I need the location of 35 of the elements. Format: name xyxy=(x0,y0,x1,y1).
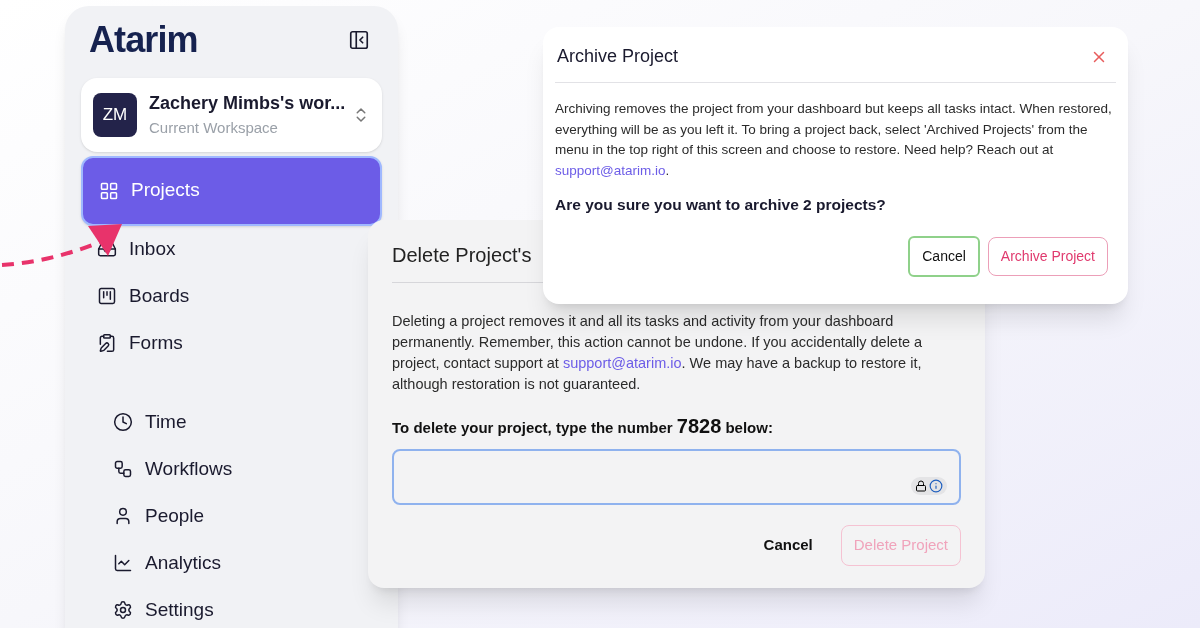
nav-item[interactable]: Boards xyxy=(81,272,382,320)
info-icon xyxy=(929,479,943,493)
collapse-sidebar-icon[interactable] xyxy=(348,29,370,51)
email-link[interactable]: support@atarim.io xyxy=(555,162,666,178)
lock-icon xyxy=(915,480,927,492)
confirmation-input[interactable] xyxy=(392,449,961,505)
settings-icon xyxy=(113,600,133,620)
password-manager-badge[interactable] xyxy=(911,477,947,495)
nav-item[interactable]: Time xyxy=(97,398,382,446)
nav-item[interactable]: Settings xyxy=(97,586,382,628)
grid-icon xyxy=(99,180,119,201)
confirmation-prompt: To delete your project, type the number 7828 below: xyxy=(392,414,774,439)
archive-project-button[interactable]: Archive Project xyxy=(987,237,1108,277)
description-text: Archiving removes the project from your dashboard but keeps all tasks intact. When restored, everything will be as you left it. To bring a project back, select 'Archived Projects' from the menu in the top right of this screen and choose to restore. Need help? Reach out at support@atarim.io. xyxy=(555,100,1113,180)
email-link[interactable]: support@atarim.io xyxy=(562,355,682,371)
dialog-title: Archive Project xyxy=(556,45,679,68)
workflow-icon xyxy=(113,459,133,479)
cancel-button[interactable]: Cancel xyxy=(763,534,813,557)
nav-item[interactable]: People xyxy=(97,492,382,540)
logo: Atarim xyxy=(89,22,198,58)
nav-item[interactable]: Analytics xyxy=(97,539,382,587)
description-text: Deleting a project removes it and all its tasks and activity from your dashboard permanently. Remember, this action cannot be undone. If you accidentally delete a project, contact support at support@atarim.io. We may have a backup to restore it, although restoration is not guaranteed. xyxy=(392,312,924,394)
board-icon xyxy=(97,286,117,306)
confirmation-question: Are you sure you want to archive 2 projects? xyxy=(555,195,887,215)
workspace-switcher[interactable]: ZM Zachery Mimbs's wor... Current Workspace xyxy=(81,78,382,152)
line-chart-icon xyxy=(113,553,133,573)
nav-item[interactable]: Projects xyxy=(81,155,382,226)
clipboard-icon xyxy=(97,333,117,353)
nav-item[interactable]: Workflows xyxy=(97,445,382,493)
person-icon xyxy=(113,506,133,526)
nav-item[interactable]: Forms xyxy=(81,319,382,367)
workspace-subtitle: Current Workspace xyxy=(149,118,279,138)
clock-icon xyxy=(113,412,133,432)
cancel-button[interactable]: Cancel xyxy=(908,236,980,278)
workspace-avatar: ZM xyxy=(93,92,137,137)
